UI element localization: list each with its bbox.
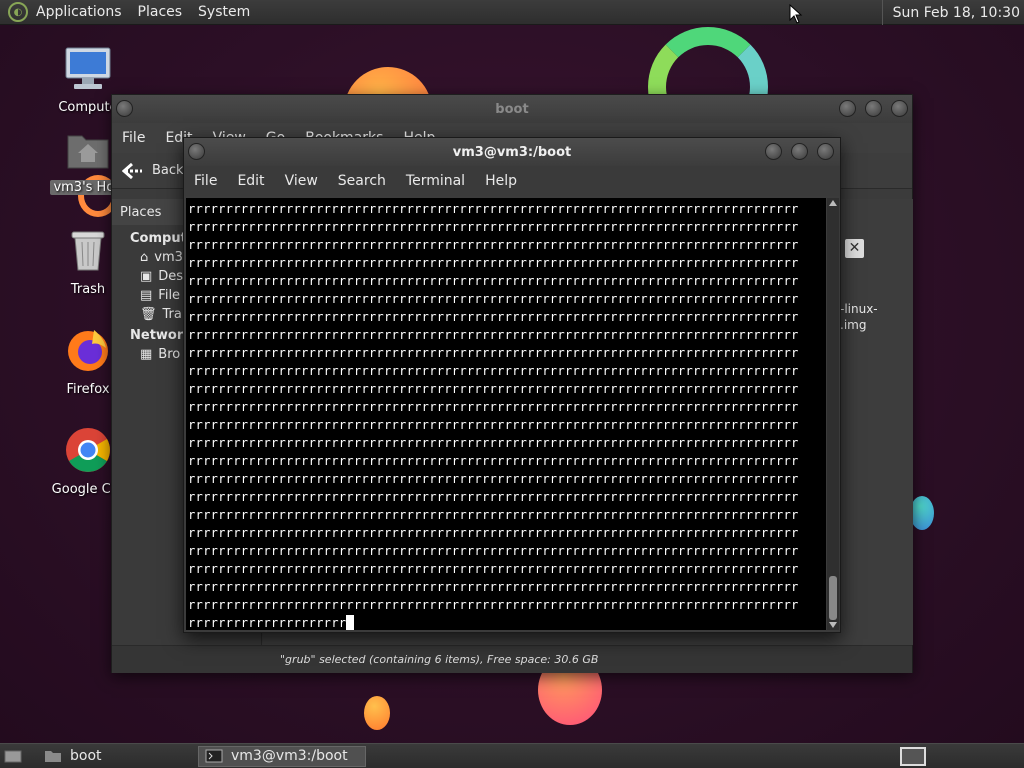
applications-menu[interactable]: Applications [28, 4, 130, 20]
taskbar-item-boot[interactable]: boot [38, 746, 198, 767]
sidebar-item-label: File [158, 288, 181, 303]
home-icon: ⌂ [140, 250, 149, 265]
workspace-switcher[interactable] [900, 746, 926, 767]
terminal-menubar: File Edit View Search Terminal Help [184, 166, 840, 196]
clock[interactable]: Sun Feb 18, 10:30 [881, 0, 1024, 25]
menu-help[interactable]: Help [475, 173, 527, 189]
network-icon: ▦ [140, 347, 153, 362]
places-menu[interactable]: Places [130, 4, 191, 20]
window-title: vm3@vm3:/boot [452, 144, 572, 160]
terminal-screen[interactable]: rrrrrrrrrrrrrrrrrrrrrrrrrrrrrrrrrrrrrrrr… [186, 198, 826, 630]
status-bar: "grub" selected (containing 6 items), Fr… [112, 645, 912, 673]
computer-icon [65, 47, 111, 89]
terminal-window[interactable]: vm3@vm3:/boot File Edit View Search Term… [183, 137, 841, 633]
maximize-button[interactable] [865, 100, 882, 117]
window-menu-button[interactable] [116, 100, 133, 117]
maximize-button[interactable] [791, 143, 808, 160]
home-folder-icon [67, 135, 109, 169]
minimize-button[interactable] [839, 100, 856, 117]
window-menu-button[interactable] [188, 143, 205, 160]
file-manager-titlebar[interactable]: boot [112, 95, 912, 123]
sidebar-item-label: Tra [162, 307, 182, 322]
back-button[interactable]: Back [122, 162, 184, 180]
system-menu[interactable]: System [190, 4, 258, 20]
menu-terminal[interactable]: Terminal [396, 173, 475, 189]
file-label-line: -linux- [840, 302, 878, 316]
scroll-down-icon[interactable] [829, 622, 837, 628]
scroll-up-icon[interactable] [829, 200, 837, 206]
chrome-icon [66, 428, 110, 472]
menu-edit[interactable]: Edit [227, 173, 274, 189]
terminal-cursor [346, 615, 355, 630]
scrollbar-thumb[interactable] [829, 576, 837, 620]
menu-search[interactable]: Search [328, 173, 396, 189]
menu-view[interactable]: View [275, 173, 328, 189]
terminal-titlebar[interactable]: vm3@vm3:/boot [184, 138, 840, 166]
close-pane-button[interactable]: ✕ [845, 239, 864, 258]
top-panel: ◐ Applications Places System Sun Feb 18,… [0, 0, 1024, 25]
minimize-button[interactable] [765, 143, 782, 160]
show-desktop-button[interactable] [0, 746, 26, 767]
terminal-icon [205, 749, 223, 763]
terminal-output: rrrrrrrrrrrrrrrrrrrrrrrrrrrrrrrrrrrrrrrr… [188, 202, 799, 630]
menu-file[interactable]: File [184, 173, 227, 189]
trash-icon: 🗑 [140, 307, 157, 322]
sidebar-item-label: Bro [158, 347, 181, 362]
taskbar-item-label: vm3@vm3:/boot [231, 748, 348, 764]
folder-icon [45, 751, 61, 762]
menu-file[interactable]: File [112, 130, 155, 146]
firefox-icon [68, 330, 108, 371]
taskbar-item-label: boot [70, 748, 102, 764]
terminal-scrollbar[interactable] [827, 198, 839, 630]
trash-icon [71, 231, 105, 271]
back-arrow-icon [122, 162, 142, 179]
sidebar-item-label: Des [158, 269, 184, 284]
mouse-pointer-icon [789, 4, 803, 24]
show-desktop-icon [4, 750, 22, 763]
file-label-line: .img [840, 318, 867, 332]
back-label: Back [152, 163, 184, 178]
sidebar-item-label: vm3 [154, 250, 183, 265]
taskbar-item-terminal[interactable]: vm3@vm3:/boot [198, 745, 366, 767]
file-item-label[interactable]: -linux- .img [840, 301, 878, 333]
desktop-icon: ▣ [140, 269, 153, 284]
workspace-1[interactable] [900, 746, 926, 766]
close-button[interactable] [891, 100, 908, 117]
distro-logo-icon[interactable]: ◐ [8, 2, 28, 22]
window-title: boot [495, 101, 529, 117]
bottom-panel: boot vm3@vm3:/boot [0, 743, 1024, 768]
drive-icon: ▤ [140, 288, 153, 303]
close-button[interactable] [817, 143, 834, 160]
